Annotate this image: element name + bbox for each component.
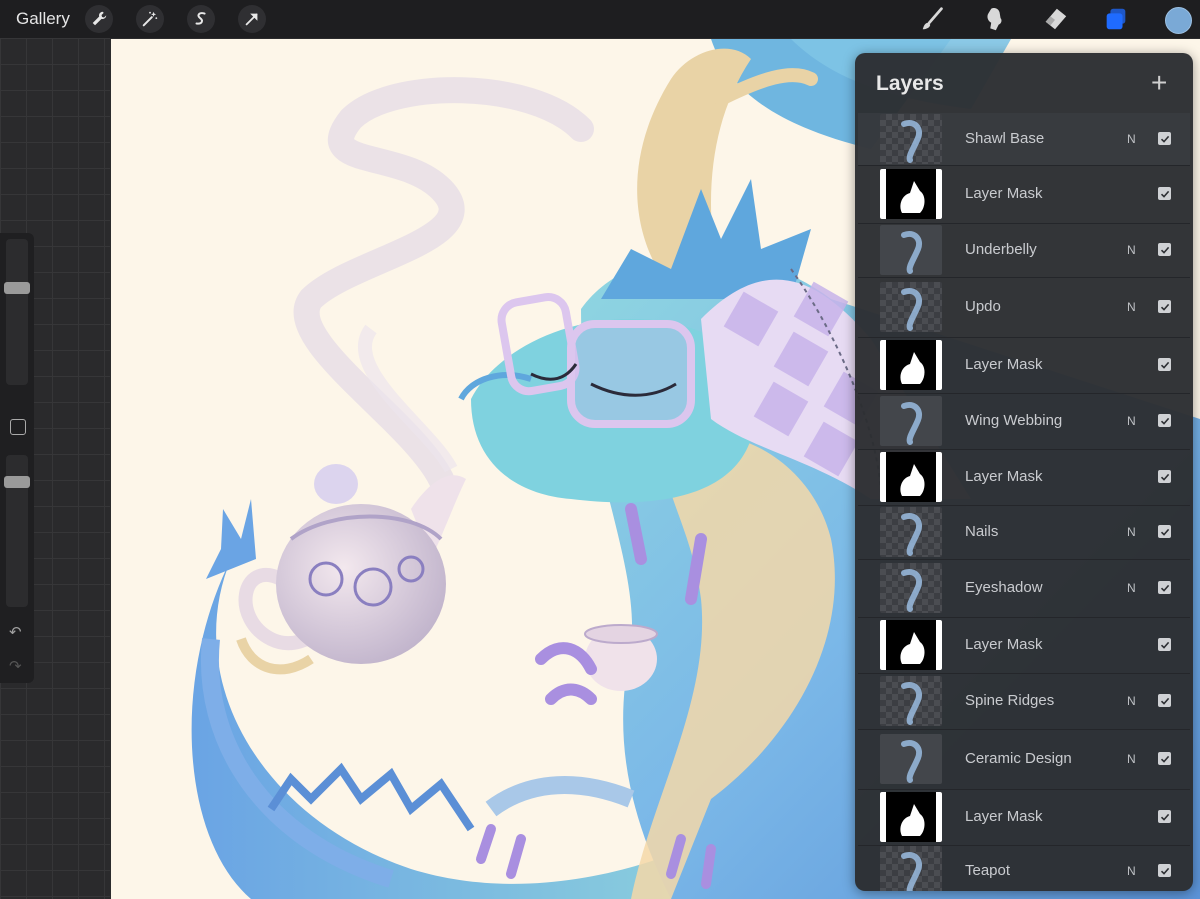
layer-thumbnail[interactable]	[880, 734, 942, 784]
layer-thumbnail[interactable]	[880, 507, 942, 557]
layer-row[interactable]: Layer Mask	[858, 337, 1190, 394]
layer-row[interactable]: Layer Mask	[858, 617, 1190, 674]
layer-thumbnail[interactable]	[880, 792, 942, 842]
visibility-checkbox[interactable]	[1158, 752, 1171, 765]
undo-icon[interactable]: ↶	[9, 623, 22, 641]
layer-name: Nails	[965, 523, 999, 540]
layer-name: Underbelly	[965, 241, 1037, 258]
layer-thumbnail[interactable]	[880, 676, 942, 726]
layer-name: Spine Ridges	[965, 692, 1055, 709]
layer-row[interactable]: Spine Ridges N	[858, 673, 1190, 730]
visibility-checkbox[interactable]	[1158, 132, 1171, 145]
layer-name: Layer Mask	[965, 808, 1043, 825]
visibility-checkbox[interactable]	[1158, 581, 1171, 594]
layer-thumbnail[interactable]	[880, 846, 942, 891]
sidebar: ↶ ↷	[0, 233, 34, 683]
visibility-checkbox[interactable]	[1158, 358, 1171, 371]
modify-square-icon[interactable]	[10, 419, 26, 435]
layer-thumbnail[interactable]	[880, 114, 942, 164]
layer-name: Eyeshadow	[965, 579, 1043, 596]
gallery-button[interactable]: Gallery	[16, 9, 70, 29]
layer-thumbnail[interactable]	[880, 452, 942, 502]
layer-name: Layer Mask	[965, 636, 1043, 653]
visibility-checkbox[interactable]	[1158, 187, 1171, 200]
visibility-checkbox[interactable]	[1158, 694, 1171, 707]
layers-title: Layers	[876, 72, 944, 95]
opacity-slider[interactable]	[4, 455, 30, 607]
layer-name: Layer Mask	[965, 185, 1043, 202]
layer-row[interactable]: Underbelly N	[858, 223, 1190, 278]
plus-icon[interactable]: +	[1151, 67, 1167, 99]
layer-row[interactable]: Layer Mask	[858, 165, 1190, 224]
selection-icon[interactable]	[187, 5, 215, 33]
layer-row[interactable]: Layer Mask	[858, 449, 1190, 506]
blend-mode-button[interactable]: N	[1127, 414, 1136, 428]
transform-arrow-icon[interactable]	[238, 5, 266, 33]
layer-name: Layer Mask	[965, 468, 1043, 485]
layer-row[interactable]: Updo N	[858, 277, 1190, 338]
blend-mode-button[interactable]: N	[1127, 581, 1136, 595]
layer-name: Updo	[965, 298, 1001, 315]
blend-mode-button[interactable]: N	[1127, 752, 1136, 766]
visibility-checkbox[interactable]	[1158, 414, 1171, 427]
visibility-checkbox[interactable]	[1158, 638, 1171, 651]
layer-row[interactable]: Ceramic Design N	[858, 729, 1190, 790]
layer-name: Ceramic Design	[965, 750, 1072, 767]
visibility-checkbox[interactable]	[1158, 243, 1171, 256]
visibility-checkbox[interactable]	[1158, 864, 1171, 877]
layer-thumbnail[interactable]	[880, 620, 942, 670]
layer-row[interactable]: Eyeshadow N	[858, 559, 1190, 618]
layer-thumbnail[interactable]	[880, 396, 942, 446]
blend-mode-button[interactable]: N	[1127, 694, 1136, 708]
layer-name: Shawl Base	[965, 130, 1045, 147]
layer-name: Layer Mask	[965, 356, 1043, 373]
brush-size-slider[interactable]	[4, 239, 30, 385]
opacity-handle[interactable]	[4, 476, 30, 488]
blend-mode-button[interactable]: N	[1127, 300, 1136, 314]
eraser-icon[interactable]	[1040, 4, 1070, 34]
layers-header: Layers +	[855, 53, 1193, 113]
visibility-checkbox[interactable]	[1158, 810, 1171, 823]
smudge-icon[interactable]	[979, 4, 1009, 34]
layer-name: Wing Webbing	[965, 412, 1063, 429]
layer-thumbnail[interactable]	[880, 563, 942, 613]
blend-mode-button[interactable]: N	[1127, 243, 1136, 257]
blend-mode-button[interactable]: N	[1127, 132, 1136, 146]
visibility-checkbox[interactable]	[1158, 300, 1171, 313]
layer-row[interactable]: Layer Mask	[858, 789, 1190, 846]
visibility-checkbox[interactable]	[1158, 470, 1171, 483]
color-swatch-button[interactable]	[1165, 7, 1192, 34]
layer-row[interactable]: Teapot N	[858, 845, 1190, 891]
brush-icon[interactable]	[918, 4, 948, 34]
layer-thumbnail[interactable]	[880, 169, 942, 219]
brush-size-handle[interactable]	[4, 282, 30, 294]
blend-mode-button[interactable]: N	[1127, 864, 1136, 878]
layer-thumbnail[interactable]	[880, 282, 942, 332]
layers-icon[interactable]	[1101, 4, 1131, 34]
top-toolbar: Gallery	[0, 0, 1200, 38]
blend-mode-button[interactable]: N	[1127, 525, 1136, 539]
magic-wand-icon[interactable]	[136, 5, 164, 33]
layer-row[interactable]: Nails N	[858, 505, 1190, 560]
wrench-icon[interactable]	[85, 5, 113, 33]
redo-icon[interactable]: ↷	[9, 657, 22, 675]
layer-thumbnail[interactable]	[880, 340, 942, 390]
layers-panel: Layers + Shawl Base N Layer Mask Underbelly…	[855, 53, 1193, 891]
layer-row[interactable]: Wing Webbing N	[858, 393, 1190, 450]
layer-row[interactable]: Shawl Base N	[858, 113, 1190, 166]
visibility-checkbox[interactable]	[1158, 525, 1171, 538]
layer-name: Teapot	[965, 862, 1011, 879]
layer-thumbnail[interactable]	[880, 225, 942, 275]
